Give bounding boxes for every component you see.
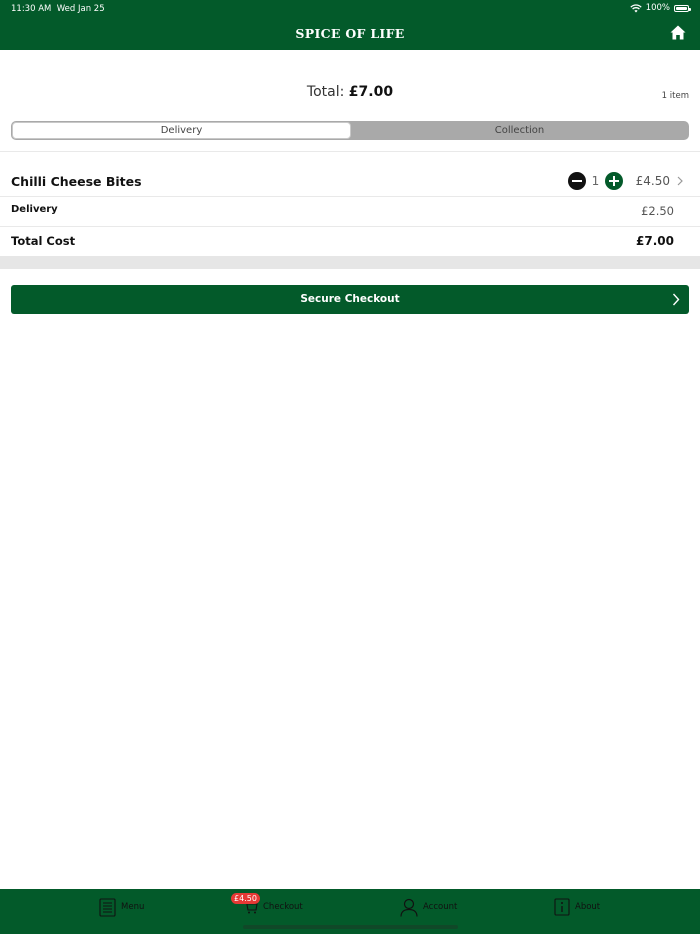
delivery-label: Delivery — [11, 204, 58, 215]
status-bar: 11:30 AM Wed Jan 25 100% — [0, 0, 700, 18]
app-screen: 11:30 AM Wed Jan 25 100% SPICE OF LIFE T… — [0, 0, 700, 934]
status-clock: 11:30 AM — [11, 4, 52, 14]
delivery-fee-row: Delivery £2.50 — [11, 204, 689, 220]
app-header: 11:30 AM Wed Jan 25 100% SPICE OF LIFE — [0, 0, 700, 50]
delivery-collection-toggle: Delivery Collection — [11, 121, 689, 140]
total-cost-row: Total Cost £7.00 — [11, 234, 689, 250]
app-title: SPICE OF LIFE — [295, 26, 405, 41]
total-value: £7.00 — [348, 84, 394, 100]
tab-menu-label: Menu — [121, 902, 145, 912]
checkout-badge: £4.50 — [231, 893, 260, 904]
item-name: Chilli Cheese Bites — [11, 174, 142, 189]
section-separator — [0, 256, 700, 269]
status-date: Wed Jan 25 — [56, 4, 105, 14]
tab-account-label: Account — [423, 902, 458, 912]
quantity-stepper: 1 £4.50 — [568, 171, 684, 191]
quantity-value: 1 — [591, 174, 600, 188]
tab-menu[interactable]: Menu — [99, 897, 144, 917]
total-cost-value: £7.00 — [636, 234, 674, 248]
wifi-icon — [630, 3, 642, 12]
battery-icon — [674, 4, 691, 12]
battery-percent: 100% — [645, 3, 670, 13]
decrease-quantity-button[interactable] — [568, 172, 586, 190]
home-icon[interactable] — [670, 25, 686, 40]
menu-list-icon — [99, 897, 116, 917]
status-time: 11:30 AM Wed Jan 25 — [11, 4, 105, 14]
status-indicators: 100% — [630, 3, 691, 13]
person-icon — [400, 898, 418, 917]
item-price: £4.50 — [635, 174, 670, 188]
home-indicator[interactable] — [243, 925, 458, 929]
order-summary: Total: £7.00 1 item — [0, 78, 700, 108]
tab-checkout-label: Checkout — [263, 902, 303, 912]
info-icon — [554, 898, 570, 916]
total-line: Total: £7.00 — [0, 84, 700, 100]
total-cost-label: Total Cost — [11, 234, 76, 248]
minus-icon — [572, 180, 582, 182]
item-count: 1 item — [661, 91, 689, 101]
delivery-value: £2.50 — [641, 204, 674, 218]
secure-checkout-button[interactable]: Secure Checkout — [11, 285, 689, 314]
chevron-right-icon — [672, 293, 680, 306]
segment-delivery[interactable]: Delivery — [12, 122, 351, 139]
tab-about-label: About — [575, 902, 601, 912]
tab-about[interactable]: About — [554, 897, 600, 917]
tab-account[interactable]: Account — [400, 897, 457, 917]
checkout-button-label: Secure Checkout — [300, 293, 400, 305]
increase-quantity-button[interactable] — [605, 172, 623, 190]
order-item-row[interactable]: Chilli Cheese Bites 1 £4.50 — [11, 168, 689, 194]
section-divider — [0, 151, 700, 152]
row-divider — [0, 196, 700, 197]
row-divider — [0, 226, 700, 227]
segment-collection[interactable]: Collection — [351, 122, 688, 139]
chevron-right-icon — [677, 176, 683, 186]
plus-icon-vertical — [613, 176, 615, 186]
total-label: Total: — [306, 84, 345, 100]
